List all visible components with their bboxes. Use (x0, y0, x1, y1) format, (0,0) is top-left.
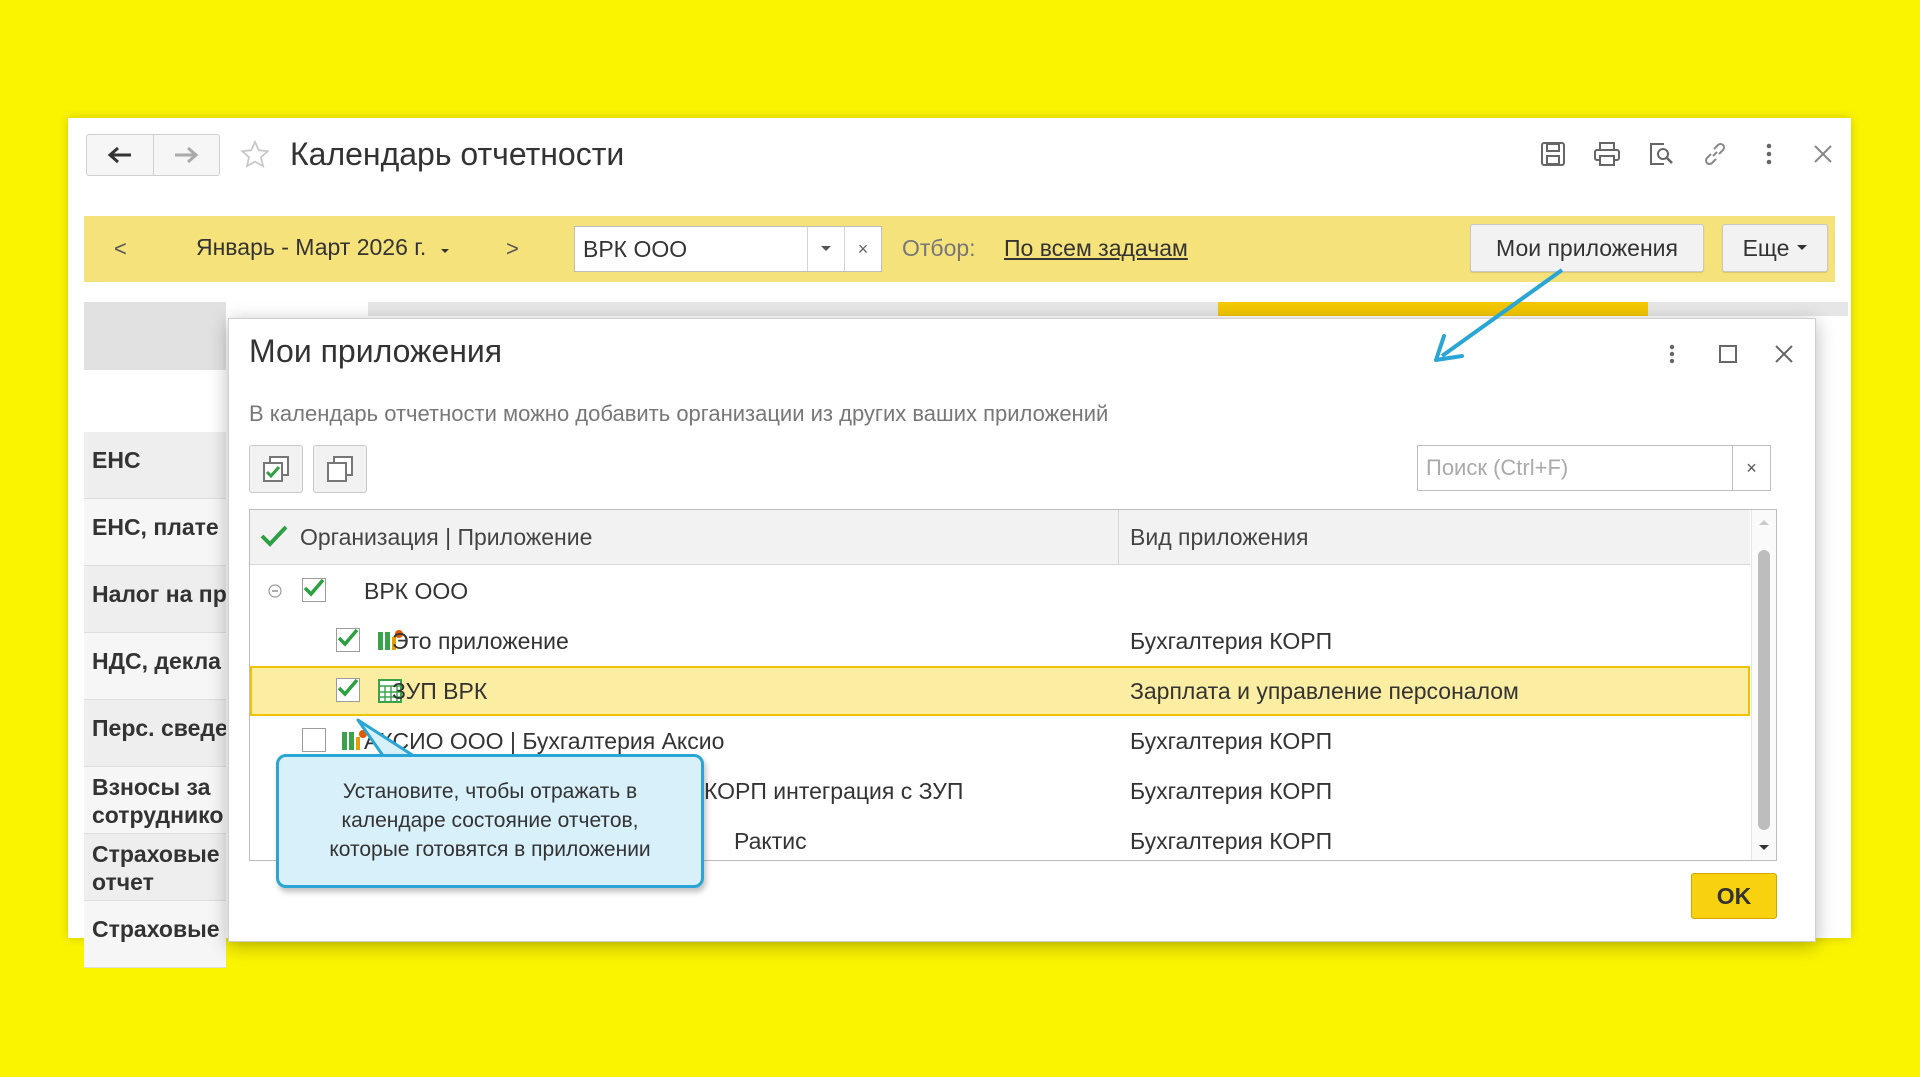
row-type: Зарплата и управление персоналом (1130, 678, 1519, 704)
search-clear-button[interactable]: × (1733, 445, 1771, 491)
chevron-down-icon (821, 246, 831, 251)
star-icon[interactable] (240, 140, 270, 170)
report-row[interactable]: ЕНС, плате (84, 499, 226, 566)
close-icon[interactable] (1771, 341, 1797, 367)
row-name: ВРК ООО (364, 578, 469, 604)
scroll-thumb[interactable] (1758, 550, 1770, 830)
row-name: АКСИО ООО | Бухгалтерия Аксио (364, 728, 725, 754)
row-type: Бухгалтерия КОРП (1130, 828, 1333, 854)
row-name: КОРП интеграция с ЗУП (704, 778, 964, 804)
maximize-icon[interactable] (1715, 341, 1741, 367)
column-org[interactable]: Организация | Приложение (300, 524, 592, 551)
collapse-icon[interactable] (268, 584, 282, 598)
organization-select[interactable]: ВРК ООО × (574, 226, 882, 272)
more-vertical-icon[interactable] (1755, 140, 1783, 168)
row-type: Бухгалтерия КОРП (1130, 628, 1333, 654)
period-next-button[interactable]: > (506, 236, 519, 262)
my-apps-button[interactable]: Мои приложения (1470, 224, 1704, 272)
scroll-down-icon[interactable] (1758, 844, 1770, 852)
check-icon (337, 678, 359, 697)
print-icon[interactable] (1593, 140, 1621, 168)
callout-line: Установите, чтобы отражать в (342, 780, 638, 803)
dropdown-button[interactable] (807, 227, 844, 271)
dialog-hint: В календарь отчетности можно добавить ор… (249, 401, 1109, 426)
row-name: Рактис (734, 828, 807, 854)
report-list: ЕНС ЕНС, плате Налог на пр НДС, декла Пе… (84, 302, 226, 968)
row-type: Бухгалтерия КОРП (1130, 778, 1333, 804)
otbor-label: Отбор: (902, 235, 976, 261)
report-row[interactable]: Страховые отчет (84, 834, 226, 901)
forward-button[interactable] (152, 135, 220, 175)
report-row[interactable]: Страховые (84, 901, 226, 968)
search-input[interactable] (1417, 445, 1733, 491)
current-period-marker (1218, 302, 1648, 316)
report-row[interactable]: Взносы за сотруднико (84, 767, 226, 834)
title-toolbar (1539, 140, 1837, 168)
table-row-selected[interactable]: ЗУП ВРК Зарплата и управление персоналом (250, 666, 1750, 716)
report-row[interactable]: Налог на пр (84, 566, 226, 633)
table-row[interactable]: Это приложение Бухгалтерия КОРП (250, 616, 1750, 666)
arrow-right-icon (175, 146, 199, 164)
row-checkbox[interactable] (336, 678, 360, 702)
organization-value: ВРК ООО (583, 236, 688, 262)
hint-callout: Установите, чтобы отражать в календаре с… (276, 754, 704, 888)
period-prev-button[interactable]: < (114, 236, 127, 262)
filter-bar: < Январь - Март 2026 г. > ВРК ООО × Отбо… (84, 216, 1835, 282)
row-checkbox[interactable] (302, 578, 326, 602)
chevron-down-icon (1797, 245, 1808, 250)
more-button[interactable]: Еще (1722, 224, 1828, 272)
row-name: Это приложение (392, 628, 569, 654)
dialog-title: Мои приложения (249, 333, 503, 369)
ok-button[interactable]: OK (1691, 873, 1777, 919)
row-checkbox[interactable] (336, 628, 360, 652)
row-type: Бухгалтерия КОРП (1130, 728, 1333, 754)
preview-icon[interactable] (1647, 140, 1675, 168)
callout-line: календаре состояние отчетов, (341, 809, 639, 832)
close-icon[interactable] (1809, 140, 1837, 168)
column-divider (1118, 510, 1119, 564)
callout-line: которые готовятся в приложении (329, 838, 651, 861)
my-apps-label: Мои приложения (1496, 234, 1678, 261)
report-rows: ЕНС ЕНС, плате Налог на пр НДС, декла Пе… (84, 432, 226, 968)
dialog-controls (1659, 341, 1797, 367)
check-all-icon (263, 456, 289, 482)
arrow-left-icon (107, 146, 131, 164)
report-row[interactable]: Перс. сведе (84, 700, 226, 767)
window-titlebar: Календарь отчетности (68, 118, 1851, 212)
calendar-header-strip (368, 302, 1848, 316)
more-vertical-icon[interactable] (1659, 341, 1685, 367)
back-button[interactable] (87, 135, 153, 175)
report-list-header (84, 302, 226, 370)
scroll-up-icon[interactable] (1758, 518, 1770, 526)
column-type[interactable]: Вид приложения (1130, 524, 1309, 551)
otbor-link[interactable]: По всем задачам (1004, 235, 1188, 262)
row-checkbox[interactable] (302, 728, 326, 752)
row-name: ЗУП ВРК (392, 678, 488, 704)
save-icon[interactable] (1539, 140, 1567, 168)
vertical-scrollbar[interactable] (1751, 510, 1776, 860)
uncheck-all-icon (327, 456, 353, 482)
check-all-button[interactable] (249, 445, 303, 493)
check-icon (303, 578, 325, 597)
period-value: Январь - Март 2026 г. (196, 234, 427, 260)
window-title: Календарь отчетности (290, 136, 625, 172)
check-icon (337, 628, 359, 647)
report-row[interactable]: ЕНС (84, 432, 226, 499)
chevron-down-icon (440, 249, 449, 253)
link-icon[interactable] (1701, 140, 1729, 168)
report-row[interactable]: НДС, декла (84, 633, 226, 700)
period-select[interactable]: Январь - Март 2026 г. (196, 234, 451, 261)
more-label: Еще (1742, 234, 1790, 261)
check-icon[interactable] (260, 524, 288, 548)
navigation-group (86, 134, 220, 176)
uncheck-all-button[interactable] (313, 445, 367, 493)
clear-organization-button[interactable]: × (844, 227, 881, 271)
table-header: Организация | Приложение Вид приложения (250, 510, 1750, 565)
table-row[interactable]: ВРК ООО (250, 566, 1750, 616)
